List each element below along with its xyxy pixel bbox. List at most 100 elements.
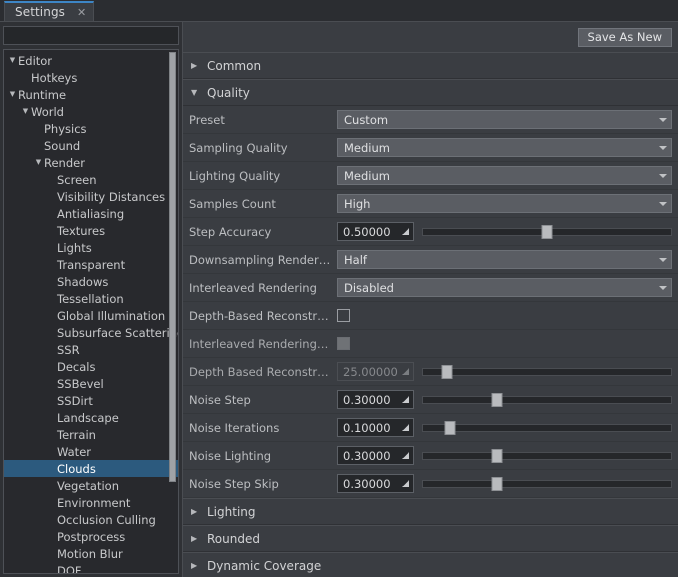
sidebar-item-sound[interactable]: Sound [4,137,178,154]
sidebar-item-ssbevel[interactable]: SSBevel [4,375,178,392]
row-samples-count: Samples CountHigh [183,190,678,218]
section-header-common[interactable]: ▶Common [183,52,678,79]
section-header-lighting[interactable]: ▶Lighting [183,498,678,525]
slider-noise-step[interactable] [422,390,672,409]
sidebar-item-global-illumination[interactable]: Global Illumination [4,307,178,324]
number-field-noise-iterations[interactable]: 0.10000 [337,418,414,437]
number-field-value: 0.30000 [343,449,401,463]
sidebar-item-editor[interactable]: ▼Editor [4,52,178,69]
checkbox-depth-based-reconstru[interactable] [337,309,350,322]
slider-handle[interactable] [492,449,503,463]
sidebar-item-label: SSBevel [57,377,104,391]
slider-handle[interactable] [492,393,503,407]
row-label: Noise Step Skip [189,477,337,491]
sidebar-item-runtime[interactable]: ▼Runtime [4,86,178,103]
sidebar-scrollbar-thumb[interactable] [169,52,176,482]
sidebar-item-visibility-distances[interactable]: Visibility Distances [4,188,178,205]
slider-handle[interactable] [542,225,553,239]
drag-arrow-icon[interactable] [401,395,410,404]
chevron-down-icon[interactable]: ▼ [7,57,18,64]
row-label: Noise Iterations [189,421,337,435]
close-icon[interactable]: ✕ [77,7,86,18]
sidebar-item-dof[interactable]: DOF [4,562,178,574]
sidebar-item-label: Motion Blur [57,547,123,561]
row-label: Noise Lighting [189,449,337,463]
sidebar-item-antialiasing[interactable]: Antialiasing [4,205,178,222]
save-as-new-button[interactable]: Save As New [578,28,672,47]
number-field-noise-lighting[interactable]: 0.30000 [337,446,414,465]
row-label: Sampling Quality [189,141,337,155]
drag-arrow-icon[interactable] [401,479,410,488]
sidebar-item-label: Hotkeys [31,71,77,85]
dropdown-lighting-quality[interactable]: Medium [337,166,672,185]
sidebar-item-terrain[interactable]: Terrain [4,426,178,443]
sidebar-item-occlusion-culling[interactable]: Occlusion Culling [4,511,178,528]
sidebar-item-label: Runtime [18,88,66,102]
slider-step-accuracy[interactable] [422,222,672,241]
sidebar-item-environment[interactable]: Environment [4,494,178,511]
slider-track [422,368,672,376]
sidebar-item-label: Shadows [57,275,108,289]
number-field-step-accuracy[interactable]: 0.50000 [337,222,414,241]
section-header-quality[interactable]: ▼Quality [183,79,678,106]
drag-arrow-icon[interactable] [401,227,410,236]
slider-handle[interactable] [492,477,503,491]
sidebar-item-ssr[interactable]: SSR [4,341,178,358]
section-header-rounded[interactable]: ▶Rounded [183,525,678,552]
sidebar-item-textures[interactable]: Textures [4,222,178,239]
row-label: Noise Step [189,393,337,407]
dropdown-sampling-quality[interactable]: Medium [337,138,672,157]
sidebar-item-vegetation[interactable]: Vegetation [4,477,178,494]
row-noise-iterations: Noise Iterations0.10000 [183,414,678,442]
slider-depth-based-reconstru [422,362,672,381]
sidebar-item-screen[interactable]: Screen [4,171,178,188]
slider-noise-step-skip[interactable] [422,474,672,493]
number-field-noise-step[interactable]: 0.30000 [337,390,414,409]
sidebar-item-shadows[interactable]: Shadows [4,273,178,290]
sidebar-item-clouds[interactable]: Clouds [4,460,178,477]
search-input[interactable] [3,26,179,45]
dropdown-value: Custom [344,113,659,127]
tab-settings[interactable]: Settings ✕ [4,1,94,21]
slider-noise-lighting[interactable] [422,446,672,465]
number-field-value: 0.30000 [343,393,401,407]
sidebar-item-render[interactable]: ▼Render [4,154,178,171]
chevron-down-icon[interactable]: ▼ [20,108,31,115]
chevron-down-icon[interactable]: ▼ [33,159,44,166]
section-header-dynamic-coverage[interactable]: ▶Dynamic Coverage [183,552,678,577]
sidebar-item-label: Textures [57,224,105,238]
sidebar: ▼EditorHotkeys▼Runtime▼WorldPhysicsSound… [0,22,182,577]
sidebar-item-tessellation[interactable]: Tessellation [4,290,178,307]
number-field-value: 25.00000 [343,365,401,379]
drag-arrow-icon[interactable] [401,451,410,460]
dropdown-preset[interactable]: Custom [337,110,672,129]
chevron-down-icon[interactable]: ▼ [7,91,18,98]
sidebar-item-lights[interactable]: Lights [4,239,178,256]
sidebar-item-hotkeys[interactable]: Hotkeys [4,69,178,86]
dropdown-interleaved-rendering[interactable]: Disabled [337,278,672,297]
sidebar-item-decals[interactable]: Decals [4,358,178,375]
sidebar-item-label: Clouds [57,462,96,476]
sidebar-item-subsurface-scattering[interactable]: Subsurface Scattering [4,324,178,341]
sidebar-item-label: DOF [57,564,82,575]
sidebar-item-postprocess[interactable]: Postprocess [4,528,178,545]
sidebar-item-motion-blur[interactable]: Motion Blur [4,545,178,562]
sidebar-item-world[interactable]: ▼World [4,103,178,120]
sidebar-scrollbar[interactable] [169,52,176,571]
settings-panel: Save As New ▶Common▼QualityPresetCustomS… [182,22,678,577]
slider-handle[interactable] [444,421,455,435]
drag-arrow-icon[interactable] [401,423,410,432]
slider-noise-iterations[interactable] [422,418,672,437]
chevron-down-icon [659,146,667,150]
slider-track [422,452,672,460]
sidebar-item-transparent[interactable]: Transparent [4,256,178,273]
number-field-noise-step-skip[interactable]: 0.30000 [337,474,414,493]
sidebar-item-landscape[interactable]: Landscape [4,409,178,426]
dropdown-downsampling-rendering[interactable]: Half [337,250,672,269]
sidebar-item-label: Lights [57,241,92,255]
sidebar-item-physics[interactable]: Physics [4,120,178,137]
dropdown-samples-count[interactable]: High [337,194,672,213]
sidebar-item-water[interactable]: Water [4,443,178,460]
row-depth-based-reconstru: Depth-Based Reconstru... [183,302,678,330]
sidebar-item-ssdirt[interactable]: SSDirt [4,392,178,409]
